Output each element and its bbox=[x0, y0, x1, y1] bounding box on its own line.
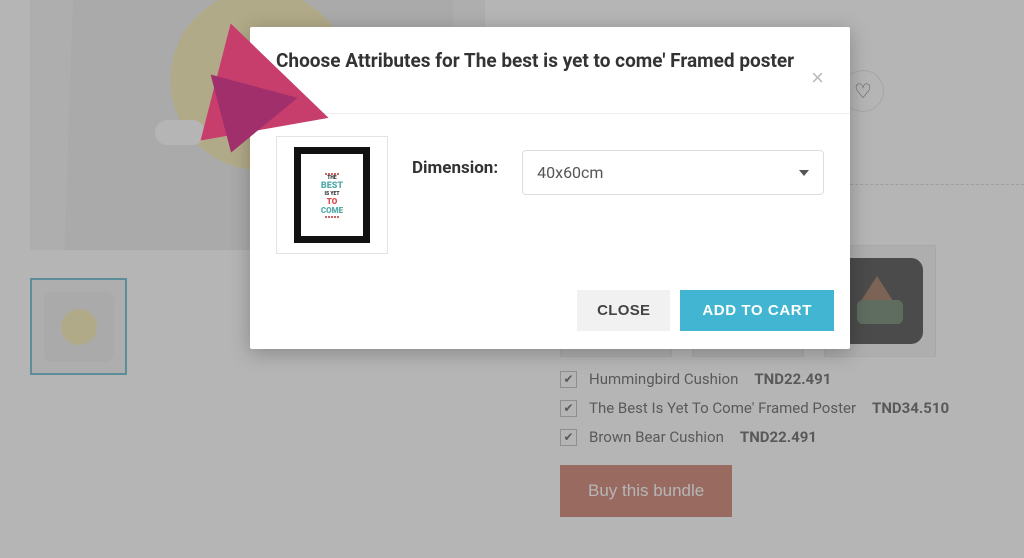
modal-footer: CLOSE ADD TO CART bbox=[250, 276, 850, 349]
modal-title: Choose Attributes for The best is yet to… bbox=[276, 49, 794, 74]
modal-header: Choose Attributes for The best is yet to… bbox=[250, 27, 850, 114]
dimension-select[interactable]: 40x60cm bbox=[522, 150, 824, 195]
poster-word: IS YET bbox=[324, 192, 339, 197]
add-to-cart-button[interactable]: ADD TO CART bbox=[680, 290, 834, 331]
attribute-label: Dimension: bbox=[412, 158, 498, 178]
close-icon[interactable]: × bbox=[811, 67, 824, 89]
poster-word: THE bbox=[327, 176, 336, 181]
poster-word: BEST bbox=[321, 182, 343, 191]
dimension-value: 40x60cm bbox=[537, 163, 603, 182]
poster-word: TO bbox=[327, 198, 337, 206]
poster-frame: THE BEST IS YET TO COME bbox=[294, 147, 370, 243]
attributes-modal: Choose Attributes for The best is yet to… bbox=[250, 27, 850, 349]
close-button[interactable]: CLOSE bbox=[577, 290, 670, 331]
attribute-thumbnail: THE BEST IS YET TO COME bbox=[276, 136, 388, 254]
poster-word: COME bbox=[321, 207, 343, 215]
chevron-down-icon bbox=[799, 170, 809, 176]
poster-art: THE BEST IS YET TO COME bbox=[301, 154, 363, 236]
modal-overlay[interactable]: Choose Attributes for The best is yet to… bbox=[0, 0, 1024, 558]
modal-body: THE BEST IS YET TO COME Dimension: 40x60… bbox=[250, 114, 850, 276]
